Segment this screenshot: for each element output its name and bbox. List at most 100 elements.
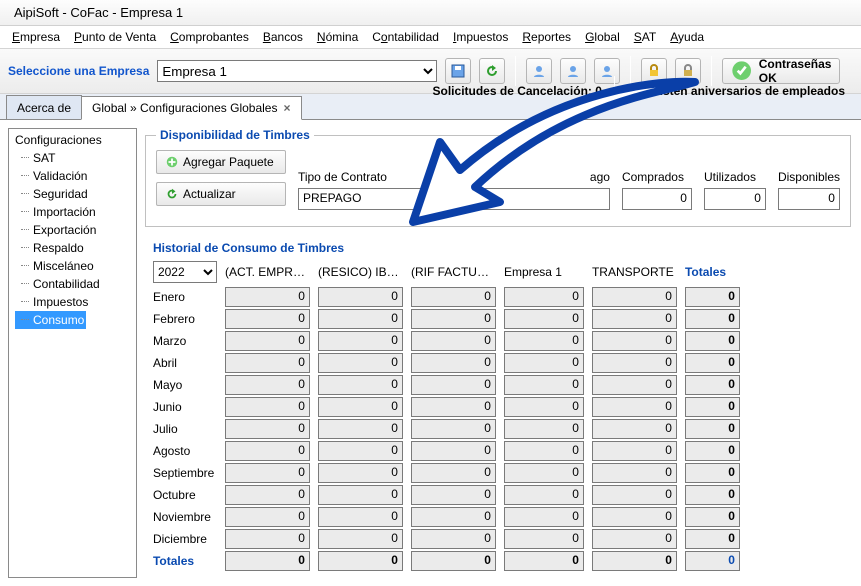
grid-cell: 0 bbox=[411, 463, 496, 483]
tab-label: Global » Configuraciones Globales bbox=[92, 101, 277, 115]
row-total-cell: 0 bbox=[685, 463, 740, 483]
tree-item-respaldo[interactable]: Respaldo bbox=[15, 239, 130, 257]
menu-empresa[interactable]: Empresa bbox=[6, 28, 66, 46]
available-label: Disponibles bbox=[778, 170, 840, 184]
cancel-requests-status: Solicitudes de Cancelación: 0 bbox=[433, 84, 602, 98]
tree-item-exportación[interactable]: Exportación bbox=[15, 221, 130, 239]
row-total-cell: 0 bbox=[685, 529, 740, 549]
config-tree[interactable]: Configuraciones SATValidaciónSeguridadIm… bbox=[8, 128, 137, 578]
col-header: Empresa 1 bbox=[504, 265, 584, 279]
tree-item-consumo[interactable]: Consumo bbox=[15, 311, 86, 329]
row-total-cell: 0 bbox=[685, 375, 740, 395]
month-label: Marzo bbox=[153, 334, 217, 348]
grand-total-cell: 0 bbox=[685, 551, 740, 571]
month-label: Agosto bbox=[153, 444, 217, 458]
grid-cell: 0 bbox=[411, 375, 496, 395]
used-value: 0 bbox=[704, 188, 766, 210]
refresh-label: Actualizar bbox=[183, 187, 236, 201]
col-header: (RIF FACTURA... bbox=[411, 265, 496, 279]
grid-cell: 0 bbox=[504, 507, 584, 527]
row-total-cell: 0 bbox=[685, 441, 740, 461]
grid-cell: 0 bbox=[592, 485, 677, 505]
grid-cell: 0 bbox=[504, 309, 584, 329]
grid-cell: 0 bbox=[592, 375, 677, 395]
grid-cell: 0 bbox=[225, 485, 310, 505]
grid-cell: 0 bbox=[411, 287, 496, 307]
grid-row: Noviembre000000 bbox=[153, 507, 851, 527]
payment-value bbox=[460, 188, 610, 210]
grid-cell: 0 bbox=[225, 419, 310, 439]
grid-cell: 0 bbox=[504, 331, 584, 351]
group-legend: Disponibilidad de Timbres bbox=[156, 128, 314, 142]
grid-cell: 0 bbox=[592, 309, 677, 329]
close-icon[interactable]: × bbox=[283, 101, 290, 115]
total-cell: 0 bbox=[504, 551, 584, 571]
year-select[interactable]: 2022 bbox=[153, 261, 217, 283]
grid-cell: 0 bbox=[504, 353, 584, 373]
grid-cell: 0 bbox=[318, 485, 403, 505]
grid-row: Enero000000 bbox=[153, 287, 851, 307]
menu-nomina[interactable]: Nómina bbox=[311, 28, 364, 46]
grid-row: Mayo000000 bbox=[153, 375, 851, 395]
tree-root[interactable]: Configuraciones bbox=[15, 133, 130, 147]
add-package-button[interactable]: Agregar Paquete bbox=[156, 150, 286, 174]
grid-cell: 0 bbox=[225, 331, 310, 351]
tab-acerca-de[interactable]: Acerca de bbox=[6, 95, 82, 119]
month-label: Enero bbox=[153, 290, 217, 304]
grid-cell: 0 bbox=[504, 375, 584, 395]
grid-cell: 0 bbox=[318, 287, 403, 307]
refresh-button[interactable]: Actualizar bbox=[156, 182, 286, 206]
grid-cell: 0 bbox=[592, 419, 677, 439]
tree-item-misceláneo[interactable]: Misceláneo bbox=[15, 257, 130, 275]
row-total-cell: 0 bbox=[685, 419, 740, 439]
grid-cell: 0 bbox=[592, 463, 677, 483]
tree-item-sat[interactable]: SAT bbox=[15, 149, 130, 167]
grid-cell: 0 bbox=[411, 397, 496, 417]
month-label: Julio bbox=[153, 422, 217, 436]
col-header: (ACT. EMPRES... bbox=[225, 265, 310, 279]
grid-cell: 0 bbox=[592, 507, 677, 527]
grid-row: Julio000000 bbox=[153, 419, 851, 439]
row-total-cell: 0 bbox=[685, 397, 740, 417]
menu-impuestos[interactable]: Impuestos bbox=[447, 28, 514, 46]
menu-contabilidad[interactable]: Contabilidad bbox=[366, 28, 445, 46]
tree-item-seguridad[interactable]: Seguridad bbox=[15, 185, 130, 203]
grid-cell: 0 bbox=[225, 353, 310, 373]
tree-item-validación[interactable]: Validación bbox=[15, 167, 130, 185]
menu-sat[interactable]: SAT bbox=[628, 28, 662, 46]
used-label: Utilizados bbox=[704, 170, 766, 184]
tree-item-contabilidad[interactable]: Contabilidad bbox=[15, 275, 130, 293]
menu-comprobantes[interactable]: Comprobantes bbox=[164, 28, 255, 46]
grid-cell: 0 bbox=[225, 507, 310, 527]
menu-ayuda[interactable]: Ayuda bbox=[664, 28, 710, 46]
grid-cell: 0 bbox=[225, 441, 310, 461]
menu-pdv[interactable]: Punto de Venta bbox=[68, 28, 162, 46]
grid-row: Marzo000000 bbox=[153, 331, 851, 351]
col-header-totals: Totales bbox=[685, 265, 740, 279]
menu-bancos[interactable]: Bancos bbox=[257, 28, 309, 46]
grid-row: Abril000000 bbox=[153, 353, 851, 373]
month-label: Febrero bbox=[153, 312, 217, 326]
tab-config-globales[interactable]: Global » Configuraciones Globales × bbox=[81, 96, 301, 120]
grid-row: Febrero000000 bbox=[153, 309, 851, 329]
col-header: TRANSPORTE bbox=[592, 265, 677, 279]
menu-reportes[interactable]: Reportes bbox=[516, 28, 577, 46]
menu-global[interactable]: Global bbox=[579, 28, 626, 46]
grid-cell: 0 bbox=[592, 529, 677, 549]
totals-row-label: Totales bbox=[153, 554, 217, 568]
row-total-cell: 0 bbox=[685, 507, 740, 527]
grid-row: Agosto000000 bbox=[153, 441, 851, 461]
menubar: Empresa Punto de Venta Comprobantes Banc… bbox=[0, 26, 861, 48]
month-label: Noviembre bbox=[153, 510, 217, 524]
main-panel: Disponibilidad de Timbres Agregar Paquet… bbox=[145, 120, 861, 586]
window-titlebar: AipiSoft - CoFac - Empresa 1 bbox=[0, 0, 861, 26]
tree-item-impuestos[interactable]: Impuestos bbox=[15, 293, 130, 311]
tree-item-importación[interactable]: Importación bbox=[15, 203, 130, 221]
history-section-title: Historial de Consumo de Timbres bbox=[153, 241, 851, 255]
row-total-cell: 0 bbox=[685, 287, 740, 307]
grid-header-row: 2022 (ACT. EMPRES... (RESICO) IBAR... (R… bbox=[153, 261, 851, 283]
company-select[interactable]: Empresa 1 bbox=[157, 60, 437, 82]
grid-cell: 0 bbox=[318, 397, 403, 417]
payment-label: ago bbox=[460, 170, 610, 184]
grid-cell: 0 bbox=[504, 397, 584, 417]
